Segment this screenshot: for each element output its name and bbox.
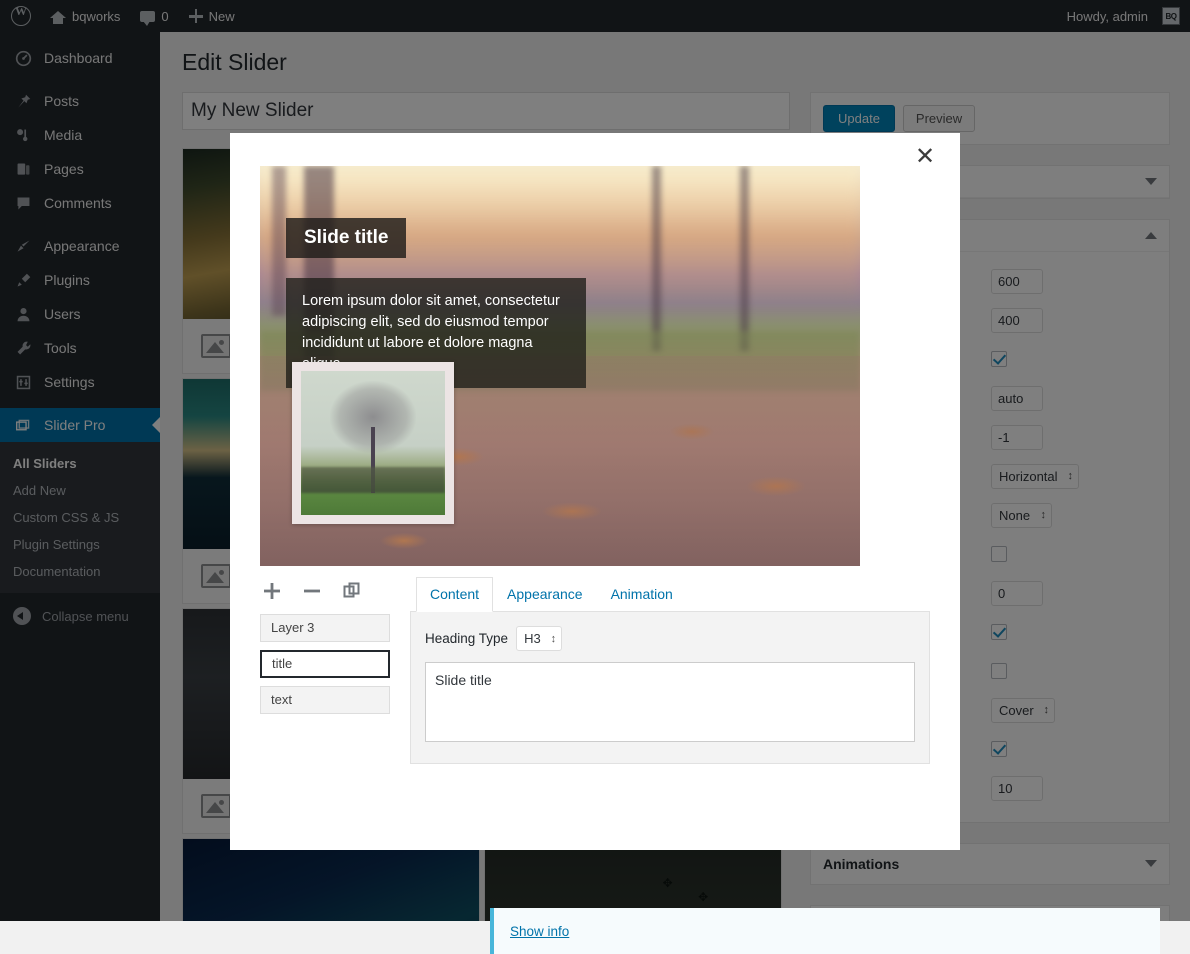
preview-tree-trunk xyxy=(272,166,286,316)
plus-icon[interactable] xyxy=(262,581,282,601)
show-info-link[interactable]: Show info xyxy=(510,924,569,939)
slide-preview[interactable]: Slide title Lorem ipsum dolor sit amet, … xyxy=(260,166,860,566)
tab-content[interactable]: Content xyxy=(416,577,494,612)
duplicate-icon[interactable] xyxy=(342,581,362,601)
preview-tree-trunk xyxy=(740,166,749,351)
heading-type-label: Heading Type xyxy=(425,631,509,646)
heading-type-row: Heading Type H3 xyxy=(425,626,915,651)
tab-animation[interactable]: Animation xyxy=(597,577,687,612)
heading-type-select[interactable]: H3 xyxy=(516,626,563,651)
layer-editor-modal: ✕ Slide title Lorem ipsum dolor sit amet… xyxy=(230,133,1160,954)
preview-layer-image-inner xyxy=(301,371,445,515)
layer-content-textarea[interactable] xyxy=(425,662,915,742)
layer-list-item[interactable]: text xyxy=(260,686,390,714)
layer-list: Layer 3 title text xyxy=(260,614,390,722)
layer-list-item-selected[interactable]: title xyxy=(260,650,390,678)
heading-type-select-wrap: H3 xyxy=(516,626,563,651)
minus-icon[interactable] xyxy=(302,581,322,601)
content-tab-panel: Heading Type H3 xyxy=(410,612,930,764)
preview-tree-trunk xyxy=(652,166,661,351)
tree-hedge-shape xyxy=(301,467,445,493)
layer-tabs: Content Appearance Animation xyxy=(410,576,930,612)
layer-settings-panel: Content Appearance Animation Heading Typ… xyxy=(410,576,930,764)
preview-layer-image[interactable] xyxy=(292,362,454,524)
layer-toolbar xyxy=(262,581,362,601)
tab-appearance[interactable]: Appearance xyxy=(493,577,597,612)
preview-layer-title[interactable]: Slide title xyxy=(286,218,407,258)
close-icon[interactable]: ✕ xyxy=(912,143,938,169)
show-info-notice: Show info xyxy=(490,908,1160,954)
layer-list-item[interactable]: Layer 3 xyxy=(260,614,390,642)
